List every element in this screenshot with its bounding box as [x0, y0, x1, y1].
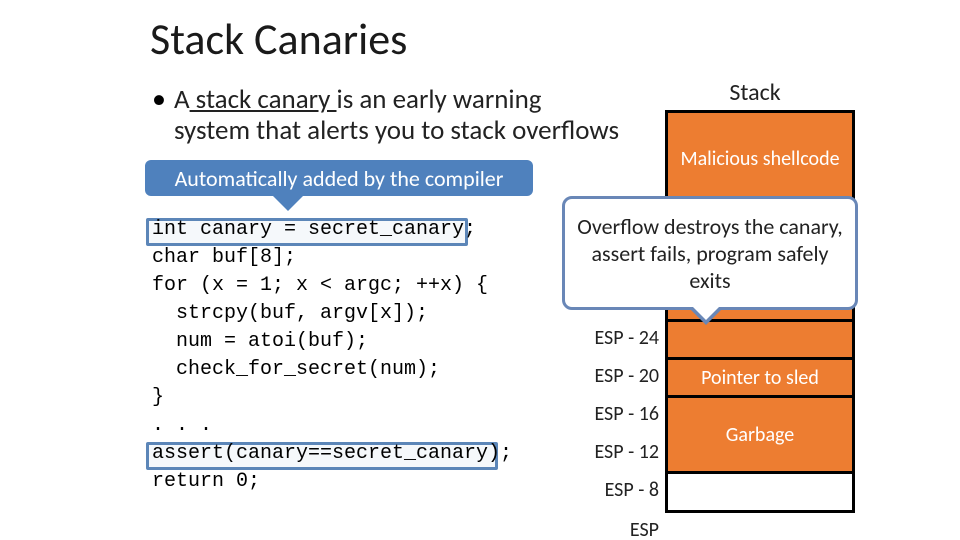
addr-esp-8: ESP - 8 [549, 471, 659, 509]
compiler-callout-pointer-icon [270, 193, 306, 211]
stack-cell-empty [665, 471, 855, 513]
code-line: check_for_secret(num); [152, 356, 512, 384]
code-line: assert(canary==secret_canary); [152, 440, 512, 468]
stack-cell-garbage: Garbage [665, 395, 855, 471]
addr-blank [549, 110, 659, 205]
bullet-dot-icon: • [152, 84, 174, 114]
stack-cell-shellcode: Malicious shellcode [665, 110, 855, 205]
addr-esp: ESP [549, 509, 659, 540]
addr-esp-20: ESP - 20 [549, 357, 659, 395]
page-title: Stack Canaries [150, 12, 407, 66]
overflow-callout: Overflow destroys the canary, assert fai… [562, 196, 858, 310]
code-line: char buf[8]; [152, 244, 512, 272]
overflow-callout-pointer-inner-icon [692, 306, 720, 320]
addr-esp-24: ESP - 24 [549, 319, 659, 357]
stack-cell-sled-ptr: Pointer to sled [665, 357, 855, 395]
stack-heading: Stack [690, 78, 820, 107]
bullet-term: stack canary [190, 83, 337, 116]
code-block: int canary = secret_canary; char buf[8];… [152, 216, 512, 496]
bullet-prefix: A [174, 83, 190, 116]
code-line: } [152, 384, 512, 412]
code-line: num = atoi(buf); [152, 328, 512, 356]
code-line: strcpy(buf, argv[x]); [152, 300, 512, 328]
addr-esp-12: ESP - 12 [549, 433, 659, 471]
code-line: return 0; [152, 468, 512, 496]
compiler-callout: Automatically added by the compiler [145, 160, 533, 196]
addr-esp-16: ESP - 16 [549, 395, 659, 433]
code-line: for (x = 1; x < argc; ++x) { [152, 272, 512, 300]
code-line: int canary = secret_canary; [152, 216, 512, 244]
code-line: . . . [152, 412, 512, 440]
address-column: ESP - 24 ESP - 20 ESP - 16 ESP - 12 ESP … [549, 110, 659, 540]
